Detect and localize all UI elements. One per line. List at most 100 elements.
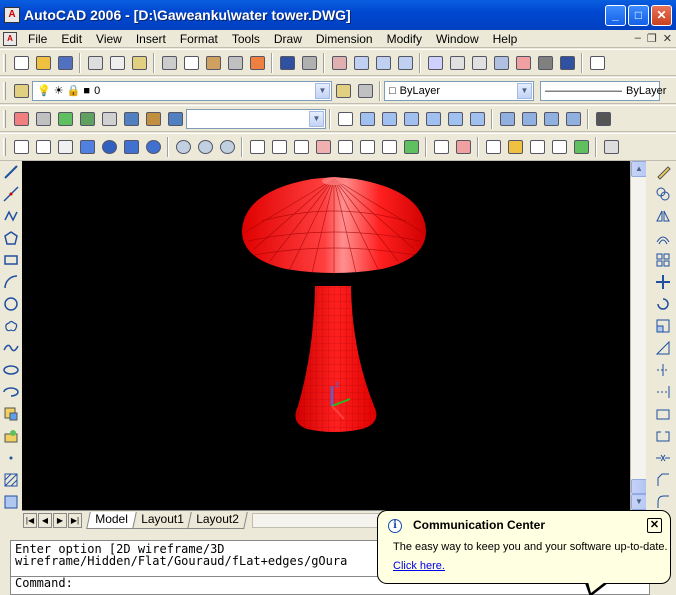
gouraud-shaded-icon[interactable] (98, 137, 120, 157)
named-views-icon[interactable] (10, 109, 32, 129)
subtract-icon[interactable] (194, 137, 216, 157)
new-icon[interactable] (10, 53, 32, 73)
front-view-icon[interactable] (444, 109, 466, 129)
chamfer-icon[interactable] (652, 469, 674, 491)
construction-line-icon[interactable] (0, 183, 22, 205)
zoom-previous-icon[interactable] (394, 53, 416, 73)
union-icon[interactable] (172, 137, 194, 157)
2d-wireframe-icon[interactable] (10, 137, 32, 157)
toolbar-grip[interactable] (3, 53, 6, 72)
autocad-app-icon[interactable]: A (4, 7, 20, 23)
design-center-icon[interactable] (446, 53, 468, 73)
menu-modify[interactable]: Modify (380, 32, 429, 46)
document-icon[interactable]: A (3, 31, 17, 46)
arc-icon[interactable] (0, 271, 22, 293)
doc-minimize-button[interactable]: – (635, 32, 641, 45)
plot-icon[interactable] (84, 53, 106, 73)
named-view-dropdown[interactable]: ▼ (186, 108, 326, 129)
back-view-icon[interactable] (466, 109, 488, 129)
copy-clip-icon[interactable] (180, 53, 202, 73)
cut-icon[interactable] (158, 53, 180, 73)
publish-icon[interactable] (128, 53, 150, 73)
move-icon[interactable] (652, 271, 674, 293)
stretch-icon[interactable] (652, 337, 674, 359)
circle-icon[interactable] (0, 293, 22, 315)
drawing-viewport[interactable]: z (22, 161, 630, 510)
doc-close-button[interactable]: ✕ (663, 32, 672, 45)
make-object-layer-current-icon[interactable] (332, 81, 354, 101)
zoom-window-icon[interactable] (372, 53, 394, 73)
scale-icon[interactable] (652, 315, 674, 337)
tab-model[interactable]: Model (86, 511, 137, 529)
sw-isometric-icon[interactable] (496, 109, 518, 129)
chevron-down-icon[interactable]: ▼ (309, 110, 324, 127)
dim-linear-icon[interactable] (600, 137, 622, 157)
plot-preview-icon[interactable] (106, 53, 128, 73)
bottom-view-icon[interactable] (378, 109, 400, 129)
camera-view-icon[interactable] (592, 109, 614, 129)
maximize-button[interactable]: □ (628, 5, 649, 26)
break-at-point-icon[interactable] (652, 403, 674, 425)
help-icon[interactable] (556, 53, 578, 73)
properties-icon[interactable] (424, 53, 446, 73)
revision-cloud-icon[interactable] (0, 315, 22, 337)
save-icon[interactable] (54, 53, 76, 73)
balloon-close-button[interactable]: ✕ (647, 518, 662, 533)
linetype-dropdown[interactable]: ——————— ByLayer (540, 80, 666, 101)
hidden-icon[interactable] (54, 137, 76, 157)
extend-icon[interactable] (652, 381, 674, 403)
redo-icon[interactable] (298, 53, 320, 73)
join-icon[interactable] (652, 447, 674, 469)
clean-icon[interactable] (504, 137, 526, 157)
menu-format[interactable]: Format (173, 32, 225, 46)
tab-layout2[interactable]: Layout2 (187, 511, 248, 529)
delete-faces-icon[interactable] (312, 137, 334, 157)
region-icon[interactable] (0, 491, 22, 513)
trim-icon[interactable] (652, 359, 674, 381)
command-grip[interactable] (0, 529, 10, 595)
color-dropdown[interactable]: □ ByLayer ▼ (384, 80, 534, 101)
copy-faces-icon[interactable] (378, 137, 400, 157)
communication-center-balloon[interactable]: i Communication Center ✕ The easy way to… (377, 510, 671, 584)
prev-tab-button[interactable]: ◀ (38, 512, 52, 528)
intersect-icon[interactable] (216, 137, 238, 157)
layer-previous-icon[interactable] (354, 81, 376, 101)
match-properties-icon[interactable] (224, 53, 246, 73)
paste-icon[interactable] (202, 53, 224, 73)
next-tab-button[interactable]: ▶ (53, 512, 67, 528)
shell-icon[interactable] (548, 137, 570, 157)
toolbar-grip[interactable] (3, 109, 6, 128)
3d-orbit-icon[interactable] (54, 109, 76, 129)
toolbar-grip[interactable] (3, 81, 6, 100)
tab-layout1[interactable]: Layout1 (131, 511, 193, 529)
menu-edit[interactable]: Edit (54, 32, 89, 46)
break-icon[interactable] (652, 425, 674, 447)
3d-adjust-distance-icon[interactable] (120, 109, 142, 129)
open-icon[interactable] (32, 53, 54, 73)
rotate-icon[interactable] (652, 293, 674, 315)
close-button[interactable]: ✕ (651, 5, 672, 26)
nw-isometric-icon[interactable] (562, 109, 584, 129)
scroll-up-button[interactable]: ▲ (631, 161, 647, 177)
minimize-button[interactable]: _ (605, 5, 626, 26)
mirror-icon[interactable] (652, 205, 674, 227)
copy-edges-icon[interactable] (430, 137, 452, 157)
last-tab-button[interactable]: ▶| (68, 512, 82, 528)
point-icon[interactable] (0, 447, 22, 469)
flat-edges-icon[interactable] (120, 137, 142, 157)
left-view-icon[interactable] (400, 109, 422, 129)
ellipse-arc-icon[interactable] (0, 381, 22, 403)
menu-tools[interactable]: Tools (225, 32, 267, 46)
ne-isometric-icon[interactable] (540, 109, 562, 129)
text-style-icon[interactable] (586, 53, 608, 73)
color-faces-icon[interactable] (400, 137, 422, 157)
menu-file[interactable]: File (21, 32, 54, 46)
move-faces-icon[interactable] (268, 137, 290, 157)
copy-icon[interactable] (652, 183, 674, 205)
erase-icon[interactable] (652, 161, 674, 183)
offset-faces-icon[interactable] (290, 137, 312, 157)
offset-icon[interactable] (652, 227, 674, 249)
gouraud-edges-icon[interactable] (142, 137, 164, 157)
doc-restore-button[interactable]: ❐ (647, 32, 657, 45)
chevron-down-icon[interactable]: ▼ (517, 82, 532, 99)
